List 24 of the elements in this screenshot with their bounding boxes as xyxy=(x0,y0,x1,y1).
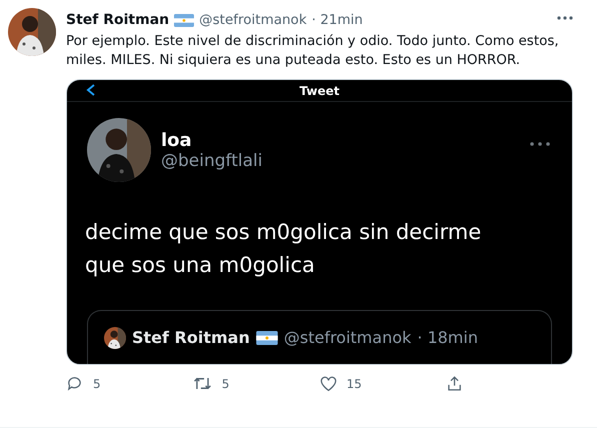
retweet-button[interactable]: 5 xyxy=(192,375,320,392)
heart-icon xyxy=(320,376,336,392)
retweet-icon xyxy=(192,375,212,392)
tweet-text: Por ejemplo. Este nivel de discriminación y odio. Todo junto. Como estos, miles. MILES. Ni siquiera es una puteada esto. Esto es un HORROR. xyxy=(66,32,560,70)
screen-title: Tweet xyxy=(300,84,340,98)
like-button[interactable]: 15 xyxy=(320,375,446,392)
author-handle[interactable]: @stefroitmanok xyxy=(199,12,307,28)
quoted-author-name: Stef Roitman xyxy=(132,328,250,347)
reply-button[interactable]: 5 xyxy=(66,375,193,392)
author-name[interactable]: Stef Roitman xyxy=(66,12,170,28)
inner-author-handle: @beingftlali xyxy=(161,150,262,170)
more-icon[interactable] xyxy=(557,16,573,20)
quoted-tweet-time: · 18min xyxy=(417,328,478,347)
inner-tweet-text: que sos una m0golica xyxy=(85,252,316,279)
flag-icon xyxy=(256,330,278,344)
share-icon xyxy=(446,375,464,392)
screenshot-card[interactable]: Tweet loa @beingftlali decime que sos m0golica sin decirme que sos una m0golica Stef Roitman @stefroitmanok · 18min xyxy=(66,79,573,365)
flag-icon xyxy=(174,14,194,26)
more-icon xyxy=(530,142,550,146)
quoted-author-handle: @stefroitmanok xyxy=(284,328,412,347)
inner-tweet-text: decime que sos m0golica sin decirme xyxy=(85,219,482,246)
reply-icon xyxy=(66,375,83,392)
inner-author-name: loa xyxy=(161,130,193,150)
tweet-time[interactable]: · 21min xyxy=(312,12,363,28)
